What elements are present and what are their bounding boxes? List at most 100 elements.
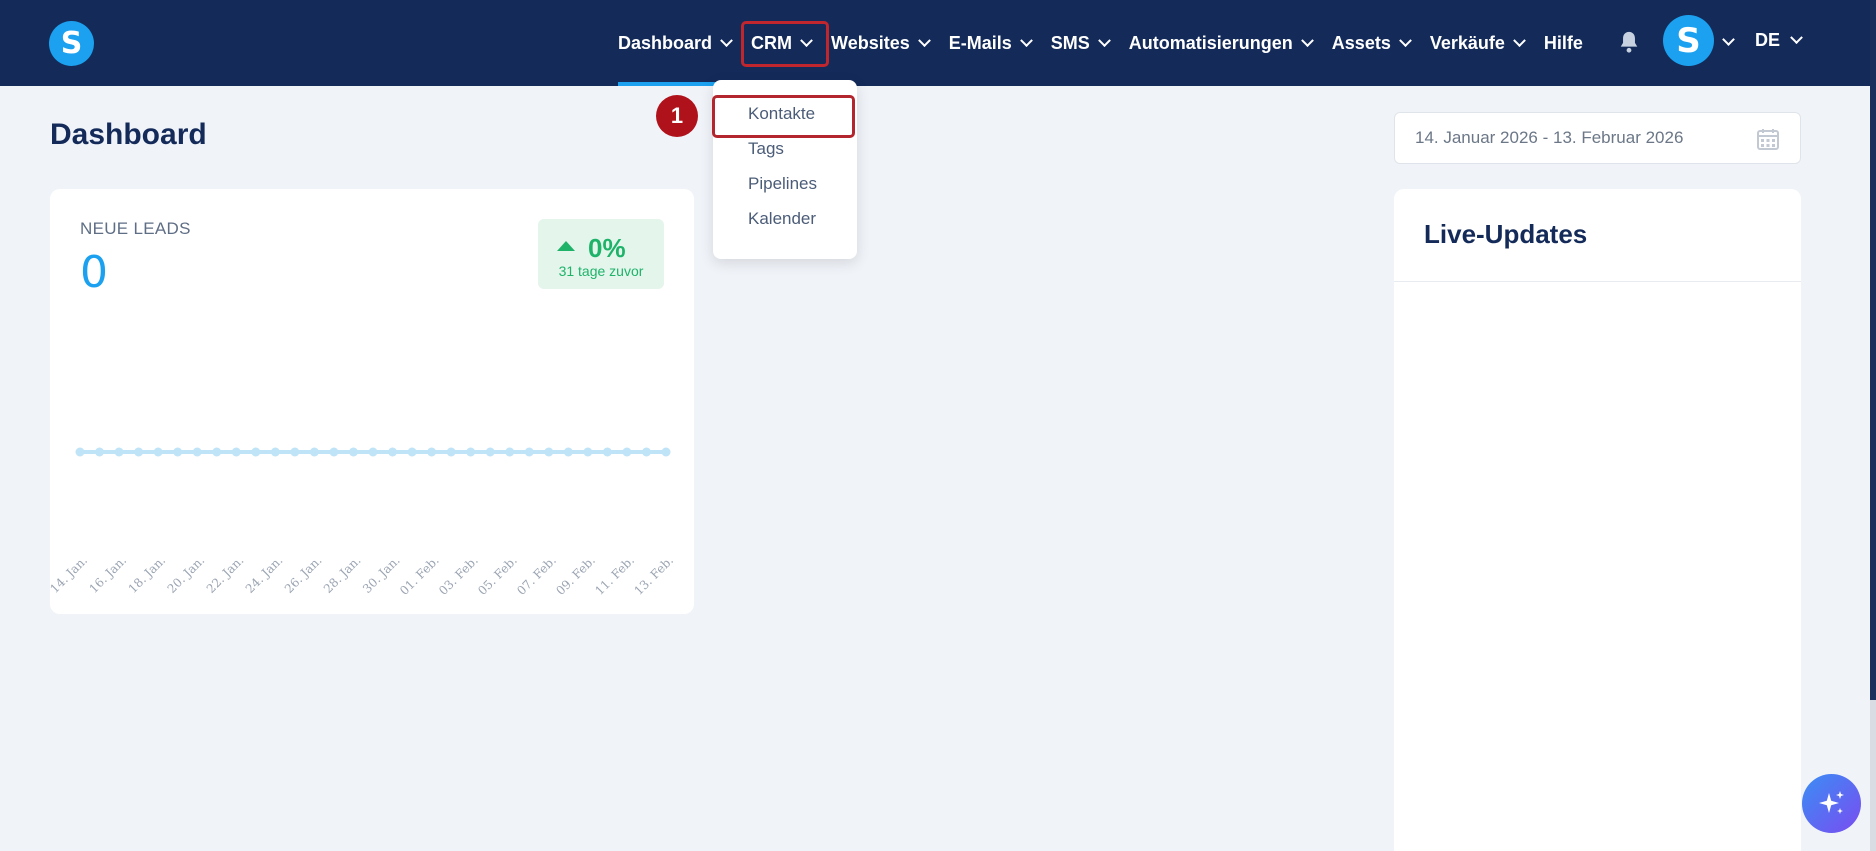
arrow-up-icon (557, 241, 575, 251)
data-point[interactable] (388, 447, 398, 457)
step-badge: 1 (656, 95, 698, 137)
nav-item-sms[interactable]: SMS (1041, 0, 1119, 86)
date-range-picker[interactable]: 14. Januar 2026 - 13. Februar 2026 (1394, 112, 1801, 164)
nav-item-verkäufe[interactable]: Verkäufe (1420, 0, 1534, 86)
data-point[interactable] (251, 447, 261, 457)
x-tick-label: 24. Jan. (243, 553, 286, 596)
nav-item-dashboard[interactable]: Dashboard (608, 0, 741, 86)
scrollbar-track[interactable] (1870, 0, 1876, 851)
x-tick-label: 13. Feb. (631, 553, 676, 598)
chevron-down-icon (1019, 33, 1033, 47)
main-menu: Dashboard CRM Websites E-Mails SMS Automatisi… (608, 0, 1593, 86)
x-tick-label: 28. Jan. (321, 553, 364, 596)
live-updates-card: Live-Updates (1394, 189, 1801, 851)
step-number: 1 (670, 103, 684, 128)
data-point[interactable] (446, 447, 456, 457)
data-point[interactable] (622, 447, 632, 457)
data-point[interactable] (290, 447, 300, 457)
nav-item-automatisierungen[interactable]: Automatisierungen (1119, 0, 1322, 86)
app-logo[interactable]: S (49, 21, 94, 66)
x-tick-label: 09. Feb. (553, 553, 598, 598)
sparkle-icon (1818, 790, 1844, 814)
leads-value: 0 (80, 247, 108, 298)
x-tick-label: 07. Feb. (514, 553, 559, 598)
chevron-down-icon (1513, 33, 1526, 47)
nav-item-label: CRM (751, 32, 793, 53)
chevron-down-icon (720, 33, 733, 47)
data-point[interactable] (309, 447, 319, 457)
x-tick-label: 26. Jan. (282, 553, 325, 596)
x-tick-label: 20. Jan. (165, 553, 208, 596)
leads-label: NEUE LEADS (80, 219, 191, 238)
bell-icon[interactable] (1618, 30, 1640, 54)
data-point[interactable] (485, 447, 495, 457)
x-tick-label: 01. Feb. (397, 553, 442, 598)
data-point[interactable] (212, 447, 222, 457)
page-title: Dashboard (50, 118, 207, 151)
top-navigation-bar: S Dashboard CRM Websites E-Mails SMS Automati… (0, 0, 1870, 86)
data-point[interactable] (348, 447, 358, 457)
nav-item-assets[interactable]: Assets (1322, 0, 1420, 86)
new-leads-card: 14. Jan. 16. Jan. 18. Jan. 20. Jan. 22. Jan.… (50, 189, 694, 614)
chevron-down-icon (917, 33, 931, 47)
chevron-down-icon[interactable] (1722, 33, 1735, 46)
nav-item-label: Dashboard (618, 32, 713, 53)
avatar-letter: S (1676, 20, 1701, 61)
data-point[interactable] (427, 447, 437, 457)
ai-assistant-button[interactable] (1802, 774, 1861, 833)
data-point[interactable] (329, 447, 339, 457)
calendar-icon (1757, 129, 1779, 150)
growth-caption: 31 tage zuvor (558, 263, 644, 279)
nav-item-label: E-Mails (948, 32, 1012, 53)
data-point[interactable] (192, 447, 202, 457)
data-point[interactable] (505, 447, 515, 457)
nav-item-e-mails[interactable]: E-Mails (939, 0, 1041, 86)
nav-item-crm[interactable]: CRM (741, 0, 821, 86)
data-point[interactable] (231, 447, 241, 457)
data-point[interactable] (563, 447, 573, 457)
data-point[interactable] (466, 447, 476, 457)
user-avatar[interactable]: S (1663, 15, 1714, 66)
language-selector[interactable]: DE (1755, 30, 1803, 51)
chevron-down-icon (800, 33, 813, 47)
data-point[interactable] (114, 447, 124, 457)
data-point[interactable] (368, 447, 378, 457)
dropdown-item-kalender[interactable]: Kalender (713, 201, 857, 236)
nav-item-label: Automatisierungen (1128, 32, 1293, 53)
data-point[interactable] (75, 447, 85, 457)
data-point[interactable] (270, 447, 280, 457)
crm-dropdown-menu: Kontakte Tags Pipelines Kalender (713, 80, 857, 259)
data-point[interactable] (95, 447, 105, 457)
growth-badge: 0% 31 tage zuvor (538, 219, 664, 289)
data-point[interactable] (583, 447, 593, 457)
data-point[interactable] (173, 447, 183, 457)
data-point[interactable] (407, 447, 417, 457)
divider (1394, 281, 1801, 282)
nav-item-websites[interactable]: Websites (821, 0, 939, 86)
logo-letter: S (60, 26, 83, 61)
live-updates-title: Live-Updates (1424, 219, 1588, 249)
chevron-down-icon (1398, 33, 1412, 47)
nav-item-label: Verkäufe (1429, 32, 1505, 53)
data-point[interactable] (602, 447, 612, 457)
dropdown-item-pipelines[interactable]: Pipelines (713, 166, 857, 201)
data-point[interactable] (524, 447, 534, 457)
dropdown-item-tags[interactable]: Tags (713, 131, 857, 166)
data-point[interactable] (661, 447, 671, 457)
chevron-down-icon (1097, 33, 1111, 47)
nav-item-label: Hilfe (1543, 32, 1583, 53)
x-tick-label: 18. Jan. (126, 553, 169, 596)
nav-item-label: Assets (1331, 32, 1391, 53)
nav-item-hilfe[interactable]: Hilfe (1534, 0, 1593, 86)
data-point[interactable] (153, 447, 163, 457)
scrollbar-thumb[interactable] (1870, 0, 1876, 700)
chevron-down-icon (1790, 31, 1803, 45)
x-tick-label: 30. Jan. (360, 553, 403, 596)
data-point[interactable] (641, 447, 651, 457)
data-point[interactable] (134, 447, 144, 457)
dropdown-item-kontakte[interactable]: Kontakte (713, 96, 857, 131)
data-point[interactable] (544, 447, 554, 457)
nav-item-label: SMS (1050, 32, 1090, 53)
x-tick-label: 14. Jan. (50, 553, 90, 596)
x-tick-label: 22. Jan. (204, 553, 247, 596)
